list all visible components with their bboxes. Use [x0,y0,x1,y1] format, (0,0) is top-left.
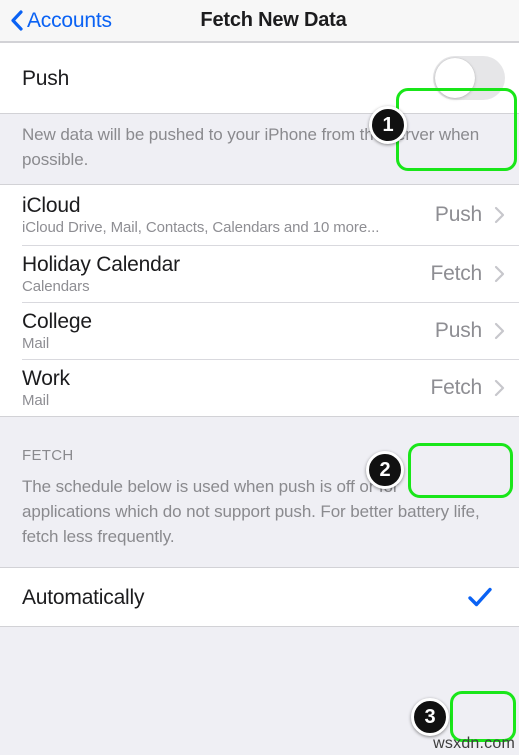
annotation-badge-1: 1 [369,106,407,144]
account-right: Push [435,319,505,343]
navigation-bar: Accounts Fetch New Data [0,0,519,42]
account-title: Work [22,366,70,390]
account-subtitle: Mail [22,334,50,352]
fetch-options-group: Automatically [0,567,519,627]
account-subtitle: Calendars [22,277,90,295]
account-texts: Holiday Calendar Calendars [22,252,422,296]
account-title: iCloud [22,194,81,217]
back-button[interactable]: Accounts [10,10,112,31]
accounts-group: iCloud iCloud Drive, Mail, Contacts, Cal… [0,184,519,417]
chevron-right-icon [494,322,505,339]
chevron-left-icon [11,10,23,31]
account-row-icloud[interactable]: iCloud iCloud Drive, Mail, Contacts, Cal… [0,185,519,245]
push-row-texts: Push [22,66,425,91]
account-subtitle: Mail [22,391,50,409]
account-title: College [22,309,92,333]
account-row-work[interactable]: Work Mail Fetch [0,359,519,416]
account-row-holiday-calendar[interactable]: Holiday Calendar Calendars Fetch [0,245,519,302]
push-row[interactable]: Push [0,43,519,113]
fetch-option-automatically[interactable]: Automatically [0,568,519,626]
account-texts: Work Mail [22,366,422,410]
back-button-label: Accounts [27,9,112,32]
push-row-right [433,56,505,100]
work-row-value[interactable]: Fetch [430,376,505,400]
chevron-right-icon [494,206,505,224]
push-group: Push [0,42,519,114]
fetch-option-label: Automatically [22,585,145,609]
account-right: Push [435,203,505,227]
account-value: Push [434,203,482,226]
annotation-badge-2: 2 [366,451,404,489]
account-value: Fetch [430,261,482,285]
push-toggle-knob [435,58,475,98]
chevron-right-icon [494,265,505,282]
account-texts: iCloud iCloud Drive, Mail, Contacts, Cal… [22,193,427,237]
account-title: Holiday Calendar [22,252,180,276]
account-subtitle: iCloud Drive, Mail, Contacts, Calendars … [22,219,380,236]
push-toggle[interactable] [433,56,505,100]
fetch-section-description: The schedule below is used when push is … [0,470,519,567]
chevron-right-icon [494,379,505,396]
account-texts: College Mail [22,309,427,353]
account-right: Fetch [430,262,505,286]
annotation-badge-3: 3 [411,698,449,736]
checkmark-icon [468,587,492,607]
fetch-section-header: FETCH [0,417,519,470]
site-watermark-text: wsxdn.com [433,735,515,752]
fetch-option-texts: Automatically [22,585,459,610]
account-row-college[interactable]: College Mail Push [0,302,519,359]
account-value: Fetch [430,375,482,399]
push-row-label: Push [22,66,70,90]
iphone-settings-screen: Accounts Fetch New Data APPUALS [0,0,519,755]
account-value: Push [434,318,482,342]
push-footnote: New data will be pushed to your iPhone f… [0,114,519,184]
fetch-option-right [467,584,505,610]
